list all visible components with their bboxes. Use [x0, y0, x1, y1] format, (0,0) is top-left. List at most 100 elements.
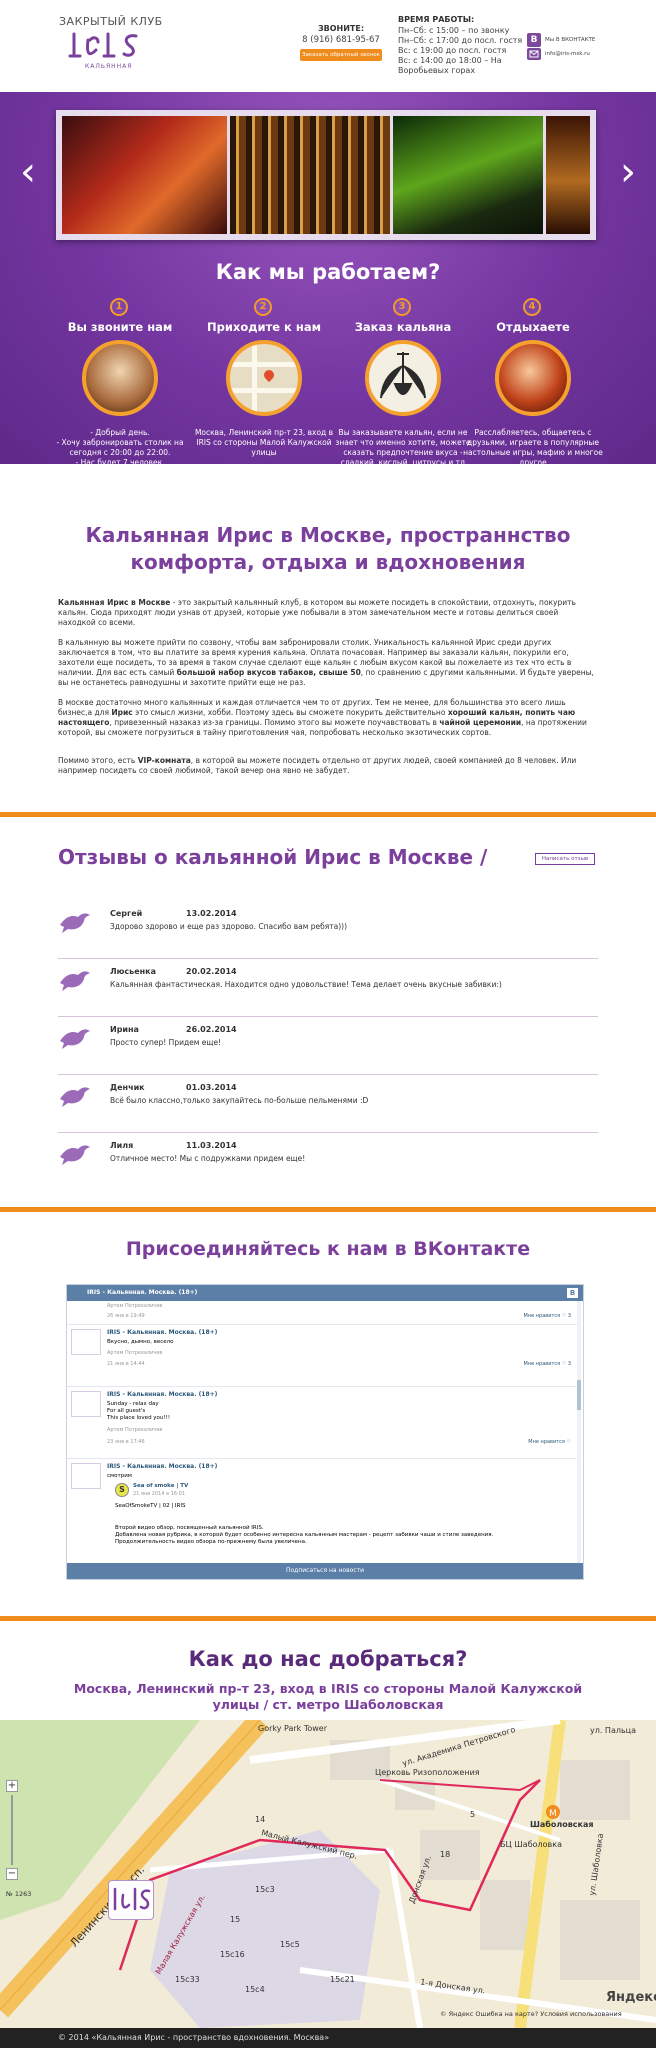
review-text: Кальянная фантастическая. Находится одно…	[110, 980, 502, 989]
repost-avatar[interactable]: S	[115, 1483, 129, 1497]
vk-link[interactable]: Мы В ВКОНТАКТЕ	[545, 37, 595, 43]
map-copyright[interactable]: © Яндекс Ошибка на карте? Условия исполь…	[440, 2010, 622, 2018]
hours-title: ВРЕМЯ РАБОТЫ:	[398, 15, 475, 24]
vk-avatar[interactable]	[71, 1391, 101, 1417]
slider-prev-arrow-icon[interactable]: ‹	[12, 148, 44, 196]
review-text: Здорово здорово и еще раз здорово. Спаси…	[110, 922, 348, 931]
how-we-work-title: Как мы работаем?	[215, 260, 441, 284]
about-paragraph: В москве достаточно много кальянных и ка…	[58, 698, 598, 738]
bird-icon	[60, 913, 90, 933]
vk-like-button[interactable]: Мне нравится ♡ 3	[524, 1361, 571, 1367]
step-number: 3	[393, 298, 411, 316]
logo-icon[interactable]	[68, 30, 142, 60]
review-text: Отличное место! Мы с подружками придем е…	[110, 1154, 306, 1163]
step-text: Москва, Ленинский пр-т 23, вход в IRIS с…	[194, 428, 334, 457]
building-number: 15с3	[255, 1885, 275, 1894]
slide-image	[62, 116, 227, 234]
review-author: Денчик	[110, 1083, 145, 1092]
vk-scrollbar[interactable]	[577, 1301, 581, 1563]
slide-image	[230, 116, 390, 234]
building-number: 15с33	[175, 1975, 200, 1984]
building-number: 15с4	[245, 1985, 265, 1994]
map-label: Шаболовская	[530, 1820, 594, 1829]
vk-post-text: Вкусно, дымно, весело	[107, 1339, 174, 1345]
mail-icon[interactable]	[527, 48, 541, 60]
bird-icon	[60, 1087, 90, 1107]
step-text: Вы заказываете кальян, если не знает что…	[335, 428, 471, 467]
directions-address: Москва, Ленинский пр-т 23, вход в IRIS с…	[73, 1681, 583, 1712]
step-number: 1	[110, 298, 128, 316]
repost-source[interactable]: Sea of smoke | TV	[133, 1483, 188, 1489]
step-title: Вы звоните нам	[67, 320, 173, 334]
vk-scrollbar-thumb[interactable]	[577, 1380, 581, 1410]
about-text: это смысл жизни, хобби. Поэтому здесь вы…	[132, 708, 448, 717]
vk-post: IRIS - Кальянная. Москва. (18+) Sunday -…	[67, 1387, 579, 1459]
section-divider	[0, 1616, 656, 1621]
vk-avatar[interactable]	[71, 1463, 101, 1489]
vk-like-button[interactable]: Мне нравится ♡	[528, 1439, 571, 1445]
section-divider	[0, 812, 656, 817]
yandex-logo[interactable]: Яндекс	[606, 1990, 656, 2005]
building-number: 15с21	[330, 1975, 355, 1984]
about-text: , привезенный назаказ из-за границы. Пом…	[109, 718, 440, 727]
relaxing-woman-photo	[495, 340, 571, 416]
vk-post-author[interactable]: Артем Потрехаличев	[107, 1303, 162, 1309]
photo-slider	[56, 110, 596, 240]
yandex-map[interactable]: M Gorky Park Tower ул. Академика Петровс…	[0, 1720, 656, 2028]
site-header: ЗАКРЫТЫЙ КЛУБ КАЛЬЯННАЯ ЗВОНИТЕ: 8 (916)…	[0, 0, 656, 92]
map-canvas[interactable]: M	[0, 1720, 656, 2028]
about-paragraph: Помимо этого, есть VIP-комната, в которо…	[58, 756, 598, 776]
review-text: Просто супер! Придем еще!	[110, 1038, 222, 1047]
vk-logo-icon[interactable]: В	[567, 1288, 578, 1298]
vk-like-button[interactable]: Мне нравится ♡ 3	[524, 1313, 571, 1319]
email-link[interactable]: info@iris-msk.ru	[545, 51, 590, 57]
reviews-title: Отзывы о кальянной Ирис в Москве /	[58, 845, 488, 869]
review-author: Ирина	[110, 1025, 139, 1034]
bird-icon	[60, 971, 90, 991]
map-label: Церковь Ризоположения	[375, 1768, 480, 1777]
map-zoom-out-button[interactable]: −	[6, 1868, 18, 1880]
map-zoom-in-button[interactable]: +	[6, 1780, 18, 1792]
bird-icon	[60, 1145, 90, 1165]
vk-post-author[interactable]: Артем Потрехаличев	[107, 1427, 162, 1433]
phone-call-photo	[82, 340, 158, 416]
vk-post-name[interactable]: IRIS - Кальянная. Москва. (18+)	[107, 1463, 217, 1470]
map-pin-icon	[226, 340, 302, 416]
callback-button[interactable]: Заказать обратный звонок	[300, 49, 382, 61]
vk-post-author[interactable]: Артем Потрехаличев	[107, 1350, 162, 1356]
map-zoom-slider[interactable]	[11, 1795, 13, 1865]
repost-date: 21 янв 2014 в 16:01	[133, 1491, 186, 1497]
review-date: 26.02.2014	[186, 1025, 237, 1034]
about-text: Помимо этого, есть	[58, 756, 138, 765]
slide-image	[393, 116, 543, 234]
vk-section-title: Присоединяйтесь к нам в ВКонтакте	[125, 1238, 531, 1260]
repost-body: Второй видео обзор, посвященный кальянно…	[115, 1525, 494, 1545]
vk-widget-header[interactable]: IRIS - Кальянная. Москва. (18+)	[67, 1285, 583, 1301]
review-author: Сергей	[110, 909, 143, 918]
hours-line: Пн–Сб: с 17:00 до посл. гостя	[398, 36, 523, 45]
write-review-button[interactable]: Написать отзыв	[535, 853, 595, 865]
hours-line: Вс: с 14:00 до 18:00 – На Воробьевых гор…	[398, 56, 502, 75]
phone-number[interactable]: 8 (916) 681-95-67	[300, 35, 382, 45]
review-date: 01.03.2014	[186, 1083, 237, 1092]
about-bold: Ирис	[111, 708, 133, 717]
call-label: ЗВОНИТЕ:	[317, 24, 365, 33]
about-bold: VIP-комната	[137, 756, 191, 765]
hookah-icon	[365, 340, 441, 416]
vk-icon[interactable]: В	[527, 33, 541, 47]
vk-avatar[interactable]	[71, 1329, 101, 1355]
review-item: Денчик 01.03.2014 Всё было классно,тольк…	[58, 1077, 598, 1133]
slider-next-arrow-icon[interactable]: ›	[612, 148, 644, 196]
vk-subscribe-button[interactable]: Подписаться на новости	[67, 1563, 583, 1579]
about-bold: Кальянная Ирис в Москве	[58, 598, 171, 607]
step-title: Отдыхаете	[496, 320, 570, 334]
review-item: Ирина 26.02.2014 Просто супер! Придем ещ…	[58, 1019, 598, 1075]
about-paragraph: Кальянная Ирис в Москве - это закрытый к…	[58, 598, 598, 628]
map-label: Gorky Park Tower	[258, 1724, 328, 1733]
vk-post-name[interactable]: IRIS - Кальянная. Москва. (18+)	[107, 1329, 217, 1336]
vk-post: Артем Потрехаличев 26 янв в 19:49 Мне нр…	[67, 1301, 579, 1325]
location-pin-icon[interactable]	[108, 1880, 154, 1920]
vk-post-name[interactable]: IRIS - Кальянная. Москва. (18+)	[107, 1391, 217, 1398]
step-text: Расслабляетесь, общаетесь с друзьями, иг…	[463, 428, 603, 467]
site-footer: © 2014 «Кальянная Ирис - пространство вд…	[0, 2028, 656, 2048]
